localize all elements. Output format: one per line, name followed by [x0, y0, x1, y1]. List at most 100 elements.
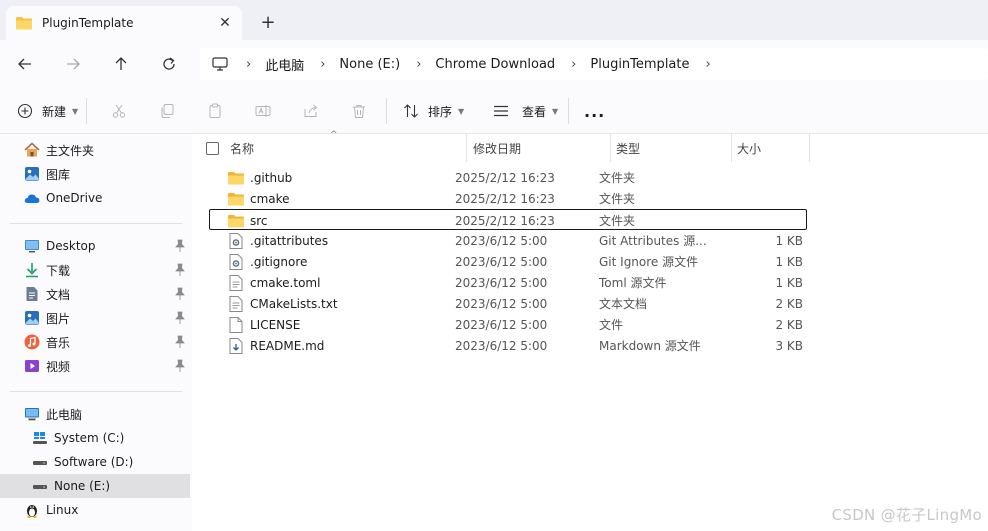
breadcrumb-chrome-download[interactable]: Chrome Download [435, 57, 555, 72]
sidebar-item-pictures[interactable]: 图片 [0, 306, 190, 330]
breadcrumb-separator[interactable]: › [416, 57, 421, 72]
rename-button[interactable] [252, 100, 274, 122]
folder-icon [228, 213, 244, 229]
toolbar-divider [386, 98, 387, 124]
computer-icon [24, 406, 40, 422]
sidebar-item-label: 图库 [46, 167, 71, 182]
drive-icon [32, 454, 48, 470]
share-button[interactable] [300, 100, 322, 122]
file-date: 2025/2/12 16:23 [455, 191, 555, 206]
sidebar-item-drive-e[interactable]: None (E:) [0, 474, 190, 498]
toolbar-divider [568, 98, 569, 124]
tab-close-button[interactable]: ✕ [216, 14, 234, 32]
breadcrumb-separator[interactable]: › [246, 57, 251, 72]
new-button-label: 新建 [42, 104, 67, 119]
config-file-icon [228, 232, 244, 249]
file-type: Markdown 源文件 [599, 339, 701, 353]
breadcrumb-this-pc[interactable]: 此电脑 [265, 55, 304, 74]
sidebar-item-label: 下载 [46, 263, 71, 278]
sidebar-item-onedrive[interactable]: OneDrive [0, 186, 190, 210]
column-divider[interactable] [466, 134, 467, 162]
watermark: CSDN @花子LingMo [831, 506, 982, 524]
sidebar-item-drive-c[interactable]: System (C:) [0, 426, 190, 450]
file-row-cmake-toml[interactable]: cmake.toml 2023/6/12 5:00 Toml 源文件 1 KB [210, 272, 806, 293]
sidebar-item-music[interactable]: 音乐 [0, 330, 190, 354]
file-row-readme[interactable]: README.md 2023/6/12 5:00 Markdown 源文件 3 … [210, 335, 806, 356]
sidebar-item-gallery[interactable]: 图库 [0, 162, 190, 186]
cut-button[interactable] [108, 100, 130, 122]
sidebar-item-home[interactable]: 主文件夹 [0, 138, 190, 162]
chevron-down-icon: ▼ [552, 106, 559, 116]
address-bar[interactable]: › 此电脑 › None (E:) › Chrome Download › Pl… [200, 48, 988, 80]
column-header-type[interactable]: 类型 [616, 134, 726, 162]
sidebar-item-videos[interactable]: 视频 [0, 354, 190, 378]
column-divider[interactable] [610, 134, 611, 162]
file-date: 2023/6/12 5:00 [455, 254, 548, 269]
sidebar-divider [10, 391, 182, 392]
gallery-icon [24, 166, 40, 182]
copy-button[interactable] [156, 100, 178, 122]
command-bar: 新建 ▼ 排序 ▼ 查看 ▼ ... [0, 88, 988, 134]
pin-icon[interactable] [174, 311, 186, 325]
view-button[interactable]: 查看 ▼ [490, 100, 558, 122]
new-tab-button[interactable]: + [258, 12, 278, 33]
sidebar-item-label: OneDrive [46, 191, 103, 205]
file-row-gitignore[interactable]: .gitignore 2023/6/12 5:00 Git Ignore 源文件… [210, 251, 806, 272]
up-button[interactable] [108, 52, 134, 76]
text-file-icon [228, 295, 244, 312]
breadcrumb-drive-e[interactable]: None (E:) [339, 57, 400, 72]
select-all-checkbox[interactable] [206, 142, 219, 155]
tab-plugintemplate[interactable]: PluginTemplate ✕ [6, 6, 242, 40]
sidebar-item-drive-d[interactable]: Software (D:) [0, 450, 190, 474]
forward-button[interactable] [60, 52, 86, 76]
sidebar-item-label: 音乐 [46, 335, 71, 350]
refresh-button[interactable] [156, 52, 182, 76]
more-options-button[interactable]: ... [584, 100, 605, 122]
pin-icon[interactable] [174, 287, 186, 301]
arrow-up-icon [115, 57, 127, 70]
new-button[interactable]: 新建 ▼ [14, 100, 78, 122]
column-header-date[interactable]: 修改日期 [473, 134, 609, 162]
breadcrumb-separator[interactable]: › [571, 57, 576, 72]
column-divider[interactable] [809, 134, 810, 162]
tab-title: PluginTemplate [42, 16, 134, 30]
column-divider[interactable] [731, 134, 732, 162]
pin-icon[interactable] [174, 239, 186, 253]
sidebar-item-label: Desktop [46, 239, 96, 253]
sidebar-item-this-pc[interactable]: 此电脑 [0, 402, 190, 426]
file-row-gitattributes[interactable]: .gitattributes 2023/6/12 5:00 Git Attrib… [210, 230, 806, 251]
toolbar-divider [86, 98, 87, 124]
sidebar-item-label: 文档 [46, 287, 71, 302]
file-size [713, 188, 803, 209]
pin-icon[interactable] [174, 359, 186, 373]
file-row-cmakelists[interactable]: CMakeLists.txt 2023/6/12 5:00 文本文档 2 KB [210, 293, 806, 314]
sort-button[interactable]: 排序 ▼ [400, 100, 464, 122]
file-list: ^ 名称 修改日期 类型 大小 .github 2025/2/12 16:23 … [192, 130, 988, 531]
breadcrumb-separator[interactable]: › [320, 57, 325, 72]
file-name: .github [250, 170, 293, 185]
delete-button[interactable] [348, 100, 370, 122]
sidebar-item-downloads[interactable]: 下载 [0, 258, 190, 282]
file-row-src[interactable]: src 2025/2/12 16:23 文件夹 [209, 209, 807, 230]
sidebar-item-label: None (E:) [54, 479, 111, 493]
view-list-icon [490, 100, 512, 122]
breadcrumb-separator[interactable]: › [706, 57, 711, 72]
sidebar-item-linux[interactable]: Linux [0, 498, 190, 522]
chevron-down-icon: ▼ [72, 106, 79, 116]
file-type: 文件夹 [599, 192, 636, 206]
file-row-github[interactable]: .github 2025/2/12 16:23 文件夹 [210, 167, 806, 188]
file-type: Git Ignore 源文件 [599, 255, 699, 269]
file-row-license[interactable]: LICENSE 2023/6/12 5:00 文件 2 KB [210, 314, 806, 335]
column-header-size[interactable]: 大小 [737, 134, 807, 162]
music-icon [24, 334, 40, 350]
back-button[interactable] [12, 52, 38, 76]
column-header-name[interactable]: 名称 [230, 134, 460, 162]
pin-icon[interactable] [174, 263, 186, 277]
sidebar-item-documents[interactable]: 文档 [0, 282, 190, 306]
paste-button[interactable] [204, 100, 226, 122]
sidebar-item-desktop[interactable]: Desktop [0, 234, 190, 258]
pin-icon[interactable] [174, 335, 186, 349]
breadcrumb-plugintemplate[interactable]: PluginTemplate [590, 57, 689, 72]
file-size: 2 KB [775, 296, 803, 311]
file-row-cmake[interactable]: cmake 2025/2/12 16:23 文件夹 [210, 188, 806, 209]
